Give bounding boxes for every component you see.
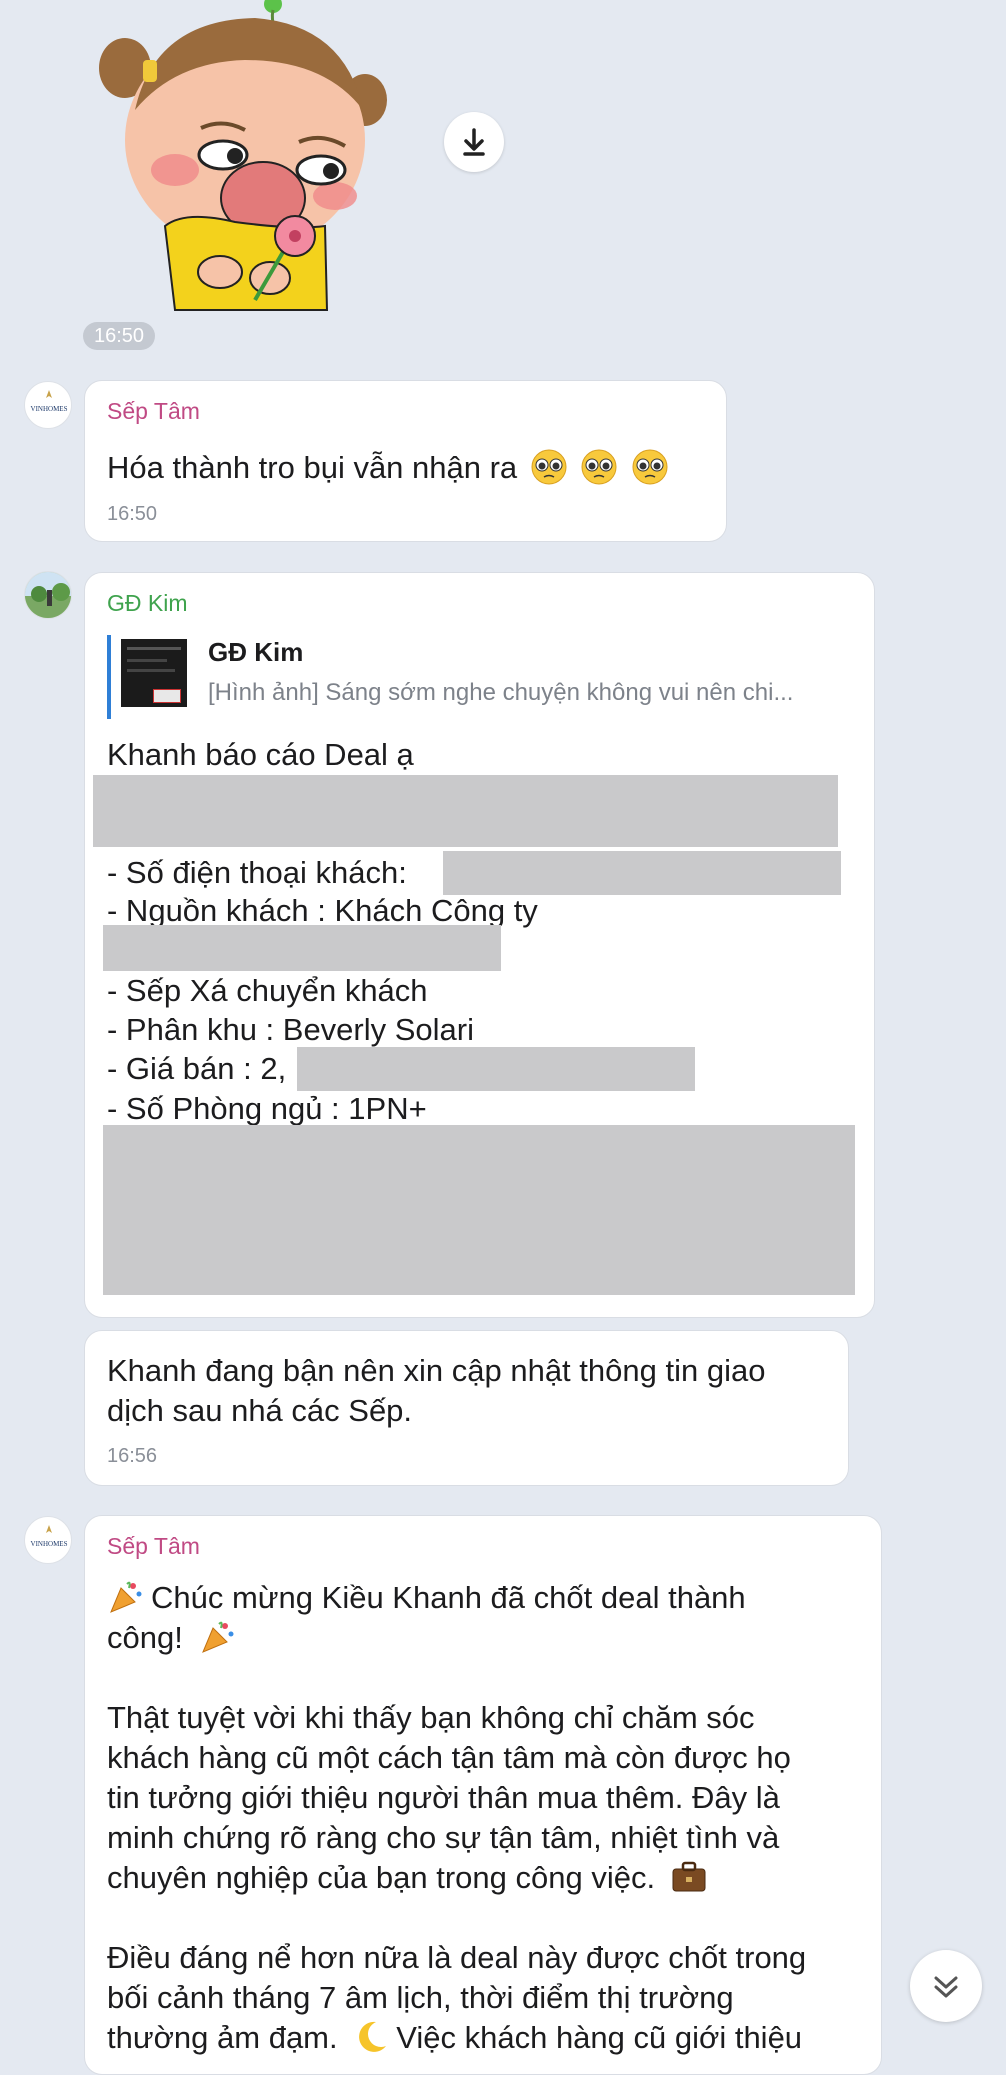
message-line: chuyên nghiệp của bạn trong công việc. (107, 1860, 656, 1895)
download-button[interactable] (444, 112, 504, 172)
sticker-timestamp: 16:50 (83, 322, 155, 350)
profile-photo-icon (25, 572, 71, 618)
redacted-block (443, 851, 841, 895)
message-bubble[interactable]: GĐ Kim GĐ Kim [Hình ảnh] Sáng sớm nghe c… (84, 572, 875, 1318)
briefcase-icon (672, 1861, 706, 1892)
quote-thumbnail (121, 639, 187, 707)
party-popper-icon (110, 1581, 142, 1613)
avatar-sep-tam[interactable]: VINHOMES (24, 381, 72, 429)
quote-preview: [Hình ảnh] Sáng sớm nghe chuyện không vu… (208, 679, 794, 706)
avatar-sep-tam[interactable]: VINHOMES (24, 1516, 72, 1564)
message-line: công! (107, 1620, 183, 1655)
svg-text:VINHOMES: VINHOMES (31, 405, 68, 413)
quoted-message[interactable]: GĐ Kim [Hình ảnh] Sáng sớm nghe chuyện k… (107, 635, 852, 719)
sender-name[interactable]: Sếp Tâm (107, 1533, 200, 1560)
party-popper-icon (202, 1621, 234, 1653)
sender-name[interactable]: Sếp Tâm (107, 398, 200, 425)
message-line: - Số điện thoại khách: (107, 855, 407, 890)
message-line: Việc khách hàng cũ giới thiệu (396, 2020, 803, 2055)
message-line: - Giá bán : 2, (107, 1051, 287, 1086)
sticker-image[interactable] (95, 0, 395, 318)
message-bubble[interactable]: Sếp Tâm Chúc mừng Kiều Khanh đã chốt dea… (84, 1515, 882, 2075)
scroll-to-bottom-button[interactable] (910, 1950, 982, 2022)
message-line: - Số Phòng ngủ : 1PN+ (107, 1091, 427, 1126)
message-line: Khanh đang bận nên xin cập nhật thông ti… (107, 1353, 766, 1388)
pleading-face-icon (632, 449, 668, 485)
message-timestamp: 16:56 (107, 1445, 158, 1467)
quote-author: GĐ Kim (208, 637, 304, 667)
crescent-moon-icon (359, 2021, 387, 2052)
message-text: Hóa thành tro bụi vẫn nhận ra (107, 450, 518, 485)
svg-text:VINHOMES: VINHOMES (31, 1540, 68, 1548)
message-timestamp: 16:50 (107, 503, 158, 525)
sender-name[interactable]: GĐ Kim (107, 590, 188, 617)
download-icon (463, 128, 485, 156)
message-line: tin tưởng giới thiệu người thân mua thêm… (107, 1780, 780, 1815)
message-line: - Phân khu : Beverly Solari (107, 1012, 475, 1047)
double-chevron-down-icon (934, 1976, 958, 1998)
cartoon-girl-sticker (99, 0, 387, 311)
pleading-face-icon (531, 449, 567, 485)
message-line: Chúc mừng Kiều Khanh đã chốt deal thành (151, 1580, 746, 1615)
message-line: Thật tuyệt vời khi thấy bạn không chỉ ch… (107, 1700, 755, 1735)
avatar-gd-kim[interactable] (24, 571, 72, 619)
redacted-block (93, 775, 838, 847)
vinhomes-logo-icon: VINHOMES (31, 1525, 68, 1548)
quote-bar (107, 635, 111, 719)
vinhomes-logo-icon: VINHOMES (31, 390, 68, 413)
message-line: Khanh báo cáo Deal ạ (107, 737, 414, 772)
message-line: - Sếp Xá chuyển khách (107, 973, 428, 1008)
redacted-block (297, 1047, 695, 1091)
message-line: bối cảnh tháng 7 âm lịch, thời điểm thị … (107, 1980, 734, 2015)
message-line: Điều đáng nể hơn nữa là deal này được ch… (107, 1940, 807, 1975)
message-line: dịch sau nhá các Sếp. (107, 1393, 413, 1428)
redacted-block (103, 925, 501, 971)
message-bubble[interactable]: Sếp Tâm Hóa thành tro bụi vẫn nhận ra 16… (84, 380, 727, 542)
message-bubble[interactable]: Khanh đang bận nên xin cập nhật thông ti… (84, 1330, 849, 1486)
message-line: khách hàng cũ một cách tận tâm mà còn đư… (107, 1740, 791, 1775)
message-line: thường ảm đạm. (107, 2020, 338, 2055)
redacted-block (103, 1125, 855, 1295)
pleading-face-icon (581, 449, 617, 485)
message-line: minh chứng rõ ràng cho sự tận tâm, nhiệt… (107, 1820, 780, 1855)
